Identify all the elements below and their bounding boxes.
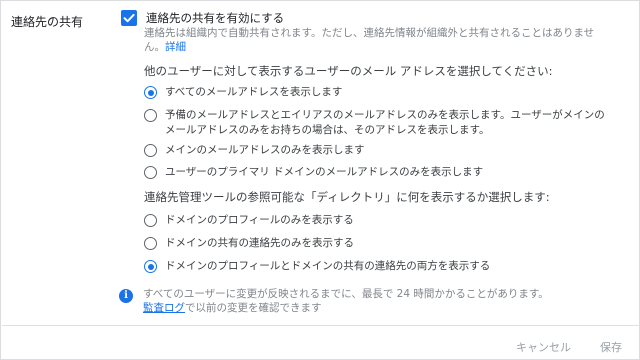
sharing-description-text: 連絡先は組織内で自動共有されます。ただし、連絡先情報が組織外と共有されることはあ…	[144, 27, 595, 53]
footer-divider	[2, 325, 640, 326]
radio-unselected-icon[interactable]	[144, 214, 157, 227]
radio-selected-icon[interactable]	[144, 260, 157, 273]
details-link[interactable]: 詳細	[165, 41, 186, 53]
radio-unselected-icon[interactable]	[144, 109, 157, 122]
directory-option-label: ドメインのプロフィールのみを表示する	[165, 214, 354, 226]
section-title: 連絡先の共有	[11, 15, 84, 29]
info-text-before: すべてのユーザーに変更が反映されるまでに、最長で 24 時間かかることがあります…	[143, 288, 549, 300]
email-question: 他のユーザーに対して表示するユーザーのメール アドレスを選択してください:	[144, 64, 553, 78]
checkmark-icon	[123, 13, 135, 23]
save-button[interactable]: 保存	[600, 339, 622, 355]
directory-question: 連絡先管理ツールの参照可能な「ディレクトリ」に何を表示するか選択します:	[144, 190, 550, 204]
settings-panel: 連絡先の共有 連絡先の共有を有効にする 連絡先は組織内で自動共有されます。ただし…	[0, 0, 640, 360]
cancel-button[interactable]: キャンセル	[516, 339, 571, 355]
info-icon: i	[119, 289, 133, 303]
audit-log-link[interactable]: 監査ログ	[143, 302, 185, 314]
email-option-label: 予備のメールアドレスとエイリアスのメールアドレスのみを表示します。ユーザーがメイ…	[165, 109, 605, 136]
enable-sharing-checkbox[interactable]	[121, 10, 137, 26]
email-option-label: すべてのメールアドレスを表示します	[165, 86, 343, 98]
email-option-label: ユーザーのプライマリ ドメインのメールアドレスのみを表示します	[165, 166, 484, 178]
email-option-label: メインのメールアドレスのみを表示します	[165, 144, 365, 156]
radio-unselected-icon[interactable]	[144, 237, 157, 250]
radio-selected-icon[interactable]	[144, 86, 157, 99]
radio-unselected-icon[interactable]	[144, 144, 157, 157]
info-notice: すべてのユーザーに変更が反映されるまでに、最長で 24 時間かかることがあります…	[143, 287, 613, 315]
enable-sharing-label[interactable]: 連絡先の共有を有効にする	[146, 10, 284, 26]
radio-unselected-icon[interactable]	[144, 166, 157, 179]
directory-option-label: ドメインの共有の連絡先のみを表示する	[165, 237, 354, 249]
directory-option-label: ドメインのプロフィールとドメインの共有の連絡先の両方を表示する	[165, 260, 491, 272]
sharing-description: 連絡先は組織内で自動共有されます。ただし、連絡先情報が組織外と共有されることはあ…	[144, 26, 614, 54]
info-text-after: で以前の変更を確認できます	[185, 302, 322, 314]
